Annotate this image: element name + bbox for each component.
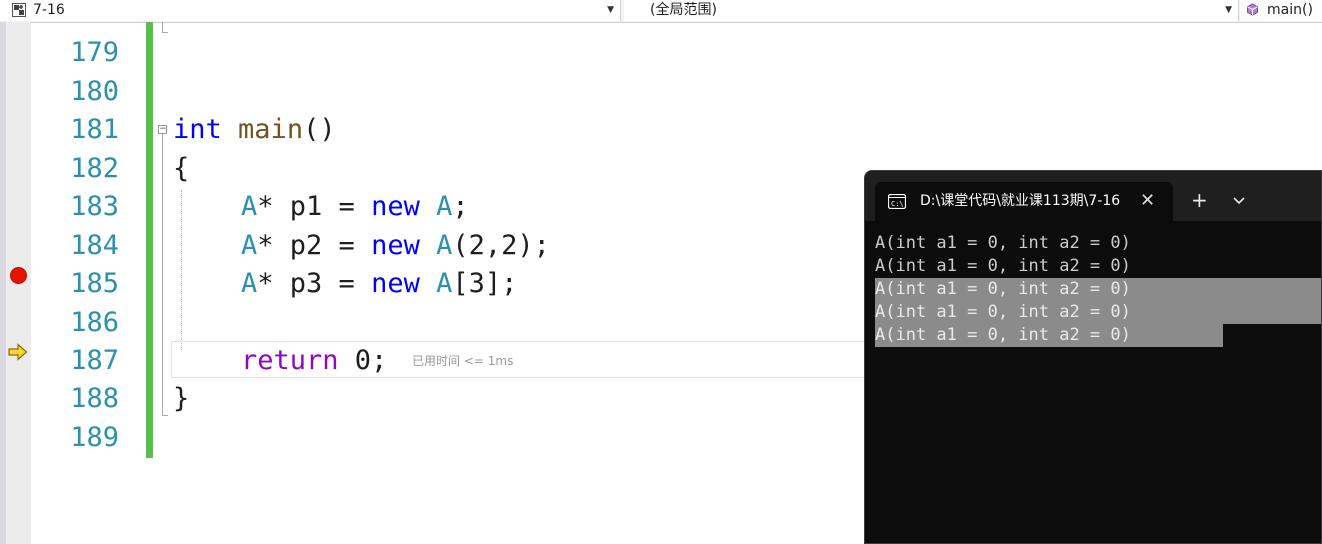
console-tab-title: D:\课堂代码\就业课113期\7-16 (920, 193, 1121, 209)
project-dropdown[interactable]: 7-16 ▼ (0, 0, 621, 21)
console-output[interactable]: A(int a1 = 0, int a2 = 0) A(int a1 = 0, … (865, 221, 1321, 543)
keyword: int (173, 114, 222, 145)
navigation-bar: 7-16 ▼ (全局范围) ▼ main() (0, 0, 1322, 23)
line-number: 182 (70, 153, 119, 184)
scope-dropdown[interactable]: (全局范围) ▼ (624, 0, 1239, 21)
line-number: 180 (70, 76, 119, 107)
line-number: 187 (70, 345, 119, 376)
chevron-down-icon: ▼ (1225, 5, 1232, 15)
code-line: 180 (31, 73, 1322, 111)
new-tab-button[interactable]: + (1191, 182, 1208, 218)
line-number: 181 (70, 114, 119, 145)
console-tab[interactable]: C:\ D:\课堂代码\就业课113期\7-16 ✕ (875, 182, 1173, 221)
fold-guide-end (162, 32, 168, 33)
line-number: 183 (70, 191, 119, 222)
line-number: 186 (70, 307, 119, 338)
close-icon[interactable]: ✕ (1140, 182, 1155, 220)
code-line: 181 int main() (31, 111, 1322, 149)
margin-edge (0, 22, 6, 544)
breakpoint-icon[interactable] (10, 267, 27, 284)
execution-arrow-icon[interactable] (8, 343, 28, 361)
output-line: A(int a1 = 0, int a2 = 0) (875, 302, 1131, 322)
output-line: A(int a1 = 0, int a2 = 0) (875, 279, 1131, 299)
code-text: } (173, 383, 190, 414)
code-text: int main() (173, 111, 336, 149)
line-number: 185 (70, 268, 119, 299)
keyword: new (371, 268, 420, 299)
fold-guide (162, 22, 163, 32)
code-token: * p3 = (257, 268, 372, 299)
code-token: * p1 = (257, 191, 372, 222)
project-icon (12, 3, 26, 17)
line-number: 179 (70, 37, 119, 68)
code-token: * p2 = (257, 230, 372, 261)
code-text: A* p1 = new A; (241, 188, 469, 226)
console-window[interactable]: C:\ D:\课堂代码\就业课113期\7-16 ✕ + A(int a1 = … (864, 170, 1322, 544)
code-text: A* p3 = new A[3]; (241, 265, 517, 303)
line-number: 189 (70, 422, 119, 453)
member-function-icon (1247, 3, 1258, 16)
output-line: A(int a1 = 0, int a2 = 0) (875, 256, 1131, 276)
svg-text:C:\: C:\ (891, 200, 904, 208)
type-name: A (241, 191, 258, 222)
type-name: A (436, 268, 453, 299)
type-name: A (436, 230, 453, 261)
chevron-down-icon[interactable] (1229, 182, 1249, 218)
type-name: A (241, 268, 258, 299)
scope-name: (全局范围) (650, 2, 717, 18)
chevron-down-icon: ▼ (607, 5, 614, 15)
code-token: 0; (338, 345, 388, 376)
code-line: 179 (31, 34, 1322, 72)
project-name: 7-16 (33, 2, 65, 18)
code-token: [3]; (452, 268, 518, 299)
line-number: 188 (70, 383, 119, 414)
type-name: A (436, 191, 453, 222)
type-name: A (241, 230, 258, 261)
console-titlebar[interactable]: C:\ D:\课堂代码\就业课113期\7-16 ✕ + (865, 171, 1321, 221)
keyword: new (371, 191, 420, 222)
member-name: main() (1267, 2, 1313, 18)
output-line: A(int a1 = 0, int a2 = 0) (875, 325, 1131, 345)
keyword: new (371, 230, 420, 261)
perf-tip[interactable]: 已用时间 <= 1ms (412, 342, 513, 380)
code-token: ; (452, 191, 469, 222)
function-name: main (238, 114, 304, 145)
member-dropdown[interactable]: main() (1240, 0, 1322, 21)
code-text: { (173, 153, 190, 184)
output-line: A(int a1 = 0, int a2 = 0) (875, 233, 1131, 253)
code-token: (2,2); (452, 230, 550, 261)
line-number: 184 (70, 230, 119, 261)
console-icon: C:\ (888, 194, 906, 209)
code-text: return 0; (241, 342, 387, 380)
code-token: () (303, 114, 336, 145)
code-text: A* p2 = new A(2,2); (241, 227, 550, 265)
keyword: return (241, 345, 339, 376)
